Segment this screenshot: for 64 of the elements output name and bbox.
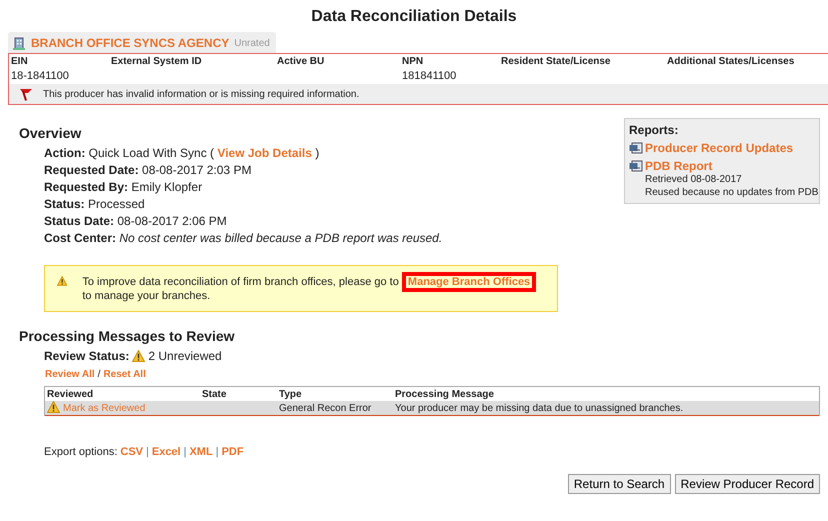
warning-icon (57, 275, 68, 287)
agency-name: BRANCH OFFICE SYNCS AGENCY (31, 36, 230, 50)
building-icon (12, 36, 26, 50)
reports-heading: Reports: (629, 123, 680, 137)
agency-rating: Unrated (234, 38, 270, 48)
field-label: Cost Center: (44, 231, 116, 245)
column-header: External System ID (111, 56, 203, 69)
document-icon (629, 142, 643, 154)
field-label: Review Status: (44, 349, 130, 363)
table-cell-text: 18-1841100 (11, 70, 70, 84)
field-value: 08-08-2017 2:03 PM (142, 163, 252, 177)
export-link[interactable]: XML (189, 446, 213, 458)
field-value: ) (315, 146, 320, 160)
document-icon (629, 160, 643, 172)
report-link[interactable]: Producer Record Updates (645, 141, 794, 155)
table-cell-text: 181841100 (402, 70, 458, 84)
separator: | (184, 446, 186, 458)
report-note: Retrieved 08-08-2017 (644, 173, 743, 186)
mark-reviewed-link[interactable]: Mark as Reviewed (63, 403, 146, 414)
separator: | (146, 446, 149, 458)
field-label: Requested By: (44, 180, 128, 194)
separator: | (216, 446, 219, 458)
field-label: Status: (44, 197, 85, 211)
field-value: No cost center was billed because a PDB report was reused. (119, 231, 442, 245)
field-value: Quick Load With Sync ( (88, 146, 214, 160)
review-all-link[interactable]: Review All (45, 369, 95, 380)
column-header: NPN (402, 56, 424, 69)
column-header: Additional States/Licenses (667, 56, 796, 69)
field-label: Status Date: (44, 214, 114, 228)
flag-icon (19, 88, 33, 100)
notice-text: To improve data reconciliation of firm branch offices, please go to Manage Branch Offices to manage your branches. (82, 275, 547, 303)
field-label: Requested Date: (44, 163, 139, 177)
field-value: Processed (88, 197, 145, 211)
export-link[interactable]: PDF (222, 446, 244, 458)
column-header: Resident State/License (501, 56, 612, 69)
page-title: Data Reconciliation Details (310, 7, 518, 27)
producer-warning: This producer has invalid information or is missing required information. (43, 88, 360, 100)
section-heading: Processing Messages to Review (19, 328, 236, 344)
report-link[interactable]: PDB Report (645, 159, 712, 173)
table-cell-text: General Recon Error (279, 403, 372, 414)
action-button[interactable]: Review Producer Record (674, 474, 820, 494)
action-button[interactable]: Return to Search (568, 474, 671, 494)
column-header: Processing Message (395, 388, 495, 400)
column-header: State (202, 388, 228, 400)
warning-icon (132, 350, 146, 362)
export-link[interactable]: CSV (120, 446, 143, 458)
column-header: Reviewed (47, 388, 94, 400)
field-value: Emily Klopfer (131, 180, 202, 194)
field-value: 08-08-2017 2:06 PM (117, 214, 227, 228)
review-status: 2 Unreviewed (148, 349, 222, 363)
separator: / (98, 369, 100, 380)
column-header: Active BU (277, 56, 326, 69)
section-heading: Overview (19, 125, 82, 141)
reset-all-link[interactable]: Reset All (103, 369, 146, 380)
table-cell-text: Your producer may be missing data due to unassigned branches. (395, 403, 684, 414)
manage-branch-offices-link[interactable]: Manage Branch Offices (402, 272, 536, 292)
warning-icon (47, 401, 60, 413)
export-link[interactable]: Excel (152, 446, 181, 458)
column-header: EIN (11, 56, 29, 69)
agency-tab[interactable]: BRANCH OFFICE SYNCS AGENCY Unrated (8, 32, 276, 53)
job-details-link[interactable]: View Job Details (217, 146, 312, 160)
column-header: Type (279, 388, 303, 400)
export-label: Export options: (44, 446, 118, 458)
field-label: Action: (44, 146, 86, 160)
